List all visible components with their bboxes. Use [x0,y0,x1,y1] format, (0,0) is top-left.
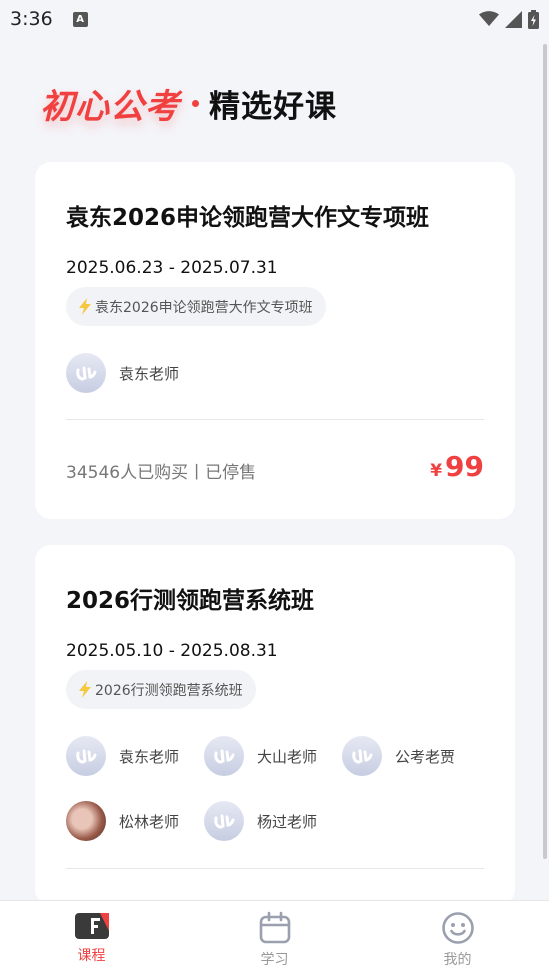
teacher-item[interactable]: 袁东老师 [66,353,179,393]
teacher-name: 袁东老师 [119,364,180,383]
lightning-icon [79,681,91,698]
logo-icon [214,749,235,764]
teacher-name: 杨过老师 [257,812,318,831]
course-tag-label: 2026行测领跑营系统班 [95,682,243,699]
course-title: 袁东2026申论领跑营大作文专项班 [66,205,430,231]
status-bar: 3:36 A [0,0,549,38]
logo-icon [214,814,235,829]
teacher-avatar [342,736,382,776]
page-title: 精选好课 [209,88,337,125]
smiley-face-icon [441,912,474,944]
status-time: 3:36 [10,8,53,30]
lightning-icon [79,298,91,315]
price-currency: ¥ [430,461,443,481]
teacher-avatar [66,736,106,776]
course-tag: 2026行测领跑营系统班 [66,670,256,709]
tab-label: 课程 [77,948,106,964]
teacher-item[interactable]: 袁东老师 [66,736,179,776]
teacher-avatar-photo [66,801,106,841]
course-tag-label: 袁东2026申论领跑营大作文专项班 [95,299,313,316]
signal-icon [505,10,522,28]
logo-icon [352,749,373,764]
divider [66,868,484,869]
scroll-indicator[interactable] [543,44,547,859]
teacher-item[interactable]: 大山老师 [204,736,317,776]
price-value: 99 [445,450,484,483]
teacher-name: 大山老师 [257,747,318,766]
divider [66,419,484,420]
bottom-tab-bar: 课程 学习 我的 [0,900,549,977]
tab-mine[interactable]: 我的 [366,901,549,977]
teacher-name: 袁东老师 [119,747,180,766]
wifi-icon [479,11,499,26]
notification-icon: A [72,11,88,27]
teacher-name: 松林老师 [119,812,180,831]
course-book-icon [74,913,109,939]
course-title: 2026行测领跑营系统班 [66,588,315,614]
sales-status: 34546人已购买丨已停售 [66,463,257,483]
teacher-avatar [204,736,244,776]
teacher-name: 公考老贾 [395,747,456,766]
logo-icon [76,366,97,381]
teacher-item[interactable]: 公考老贾 [342,736,455,776]
teacher-avatar [204,801,244,841]
calendar-icon [259,911,290,944]
tab-label: 学习 [260,952,289,968]
tab-course[interactable]: 课程 [0,901,183,977]
header-dot [192,99,199,107]
teacher-item[interactable]: 杨过老师 [204,801,317,841]
tab-label: 我的 [443,952,472,968]
course-dates: 2025.06.23 - 2025.07.31 [66,258,278,278]
logo-icon [76,749,97,764]
course-dates: 2025.05.10 - 2025.08.31 [66,641,278,661]
page-header: 初心公考 精选好课 [40,80,337,127]
course-card[interactable]: 袁东2026申论领跑营大作文专项班 2025.06.23 - 2025.07.3… [35,162,515,519]
tab-study[interactable]: 学习 [183,901,366,977]
status-icons [479,9,539,29]
teacher-avatar [66,353,106,393]
course-tag: 袁东2026申论领跑营大作文专项班 [66,287,326,326]
course-card[interactable]: 2026行测领跑营系统班 2025.05.10 - 2025.08.31 202… [35,545,515,905]
battery-icon [528,9,539,29]
price: ¥ 99 [430,450,484,483]
brand-logo: 初心公考 [40,86,180,127]
teacher-item[interactable]: 松林老师 [66,801,179,841]
